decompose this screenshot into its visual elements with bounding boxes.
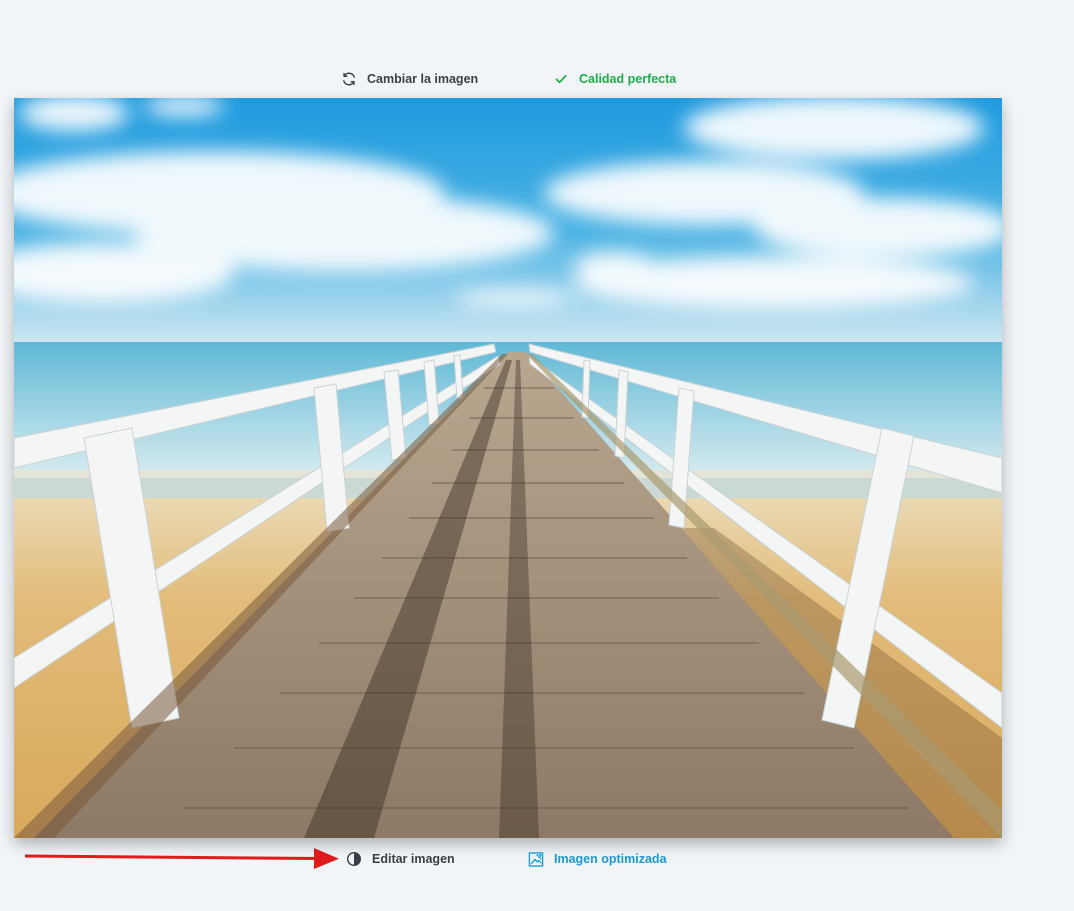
change-image-label: Cambiar la imagen [367,72,479,86]
quality-status: Calidad perfecta [553,68,676,90]
refresh-icon [341,71,357,87]
optimized-image-label: Imagen optimizada [554,852,667,866]
change-image-button[interactable]: Cambiar la imagen [341,68,478,90]
pier-photo-illustration [14,98,1002,838]
optimized-image-button[interactable]: Imagen optimizada [528,848,667,870]
image-optimize-icon [528,851,544,867]
edit-image-button[interactable]: Editar imagen [346,848,455,870]
edit-image-label: Editar imagen [372,852,455,866]
pier-photo [14,98,1002,838]
red-arrow-annotation [24,846,340,877]
contrast-icon [346,851,362,867]
checkmark-icon [553,71,569,87]
image-toolbar-top: Cambiar la imagen Calidad perfecta [0,68,1016,90]
quality-label: Calidad perfecta [579,72,677,86]
